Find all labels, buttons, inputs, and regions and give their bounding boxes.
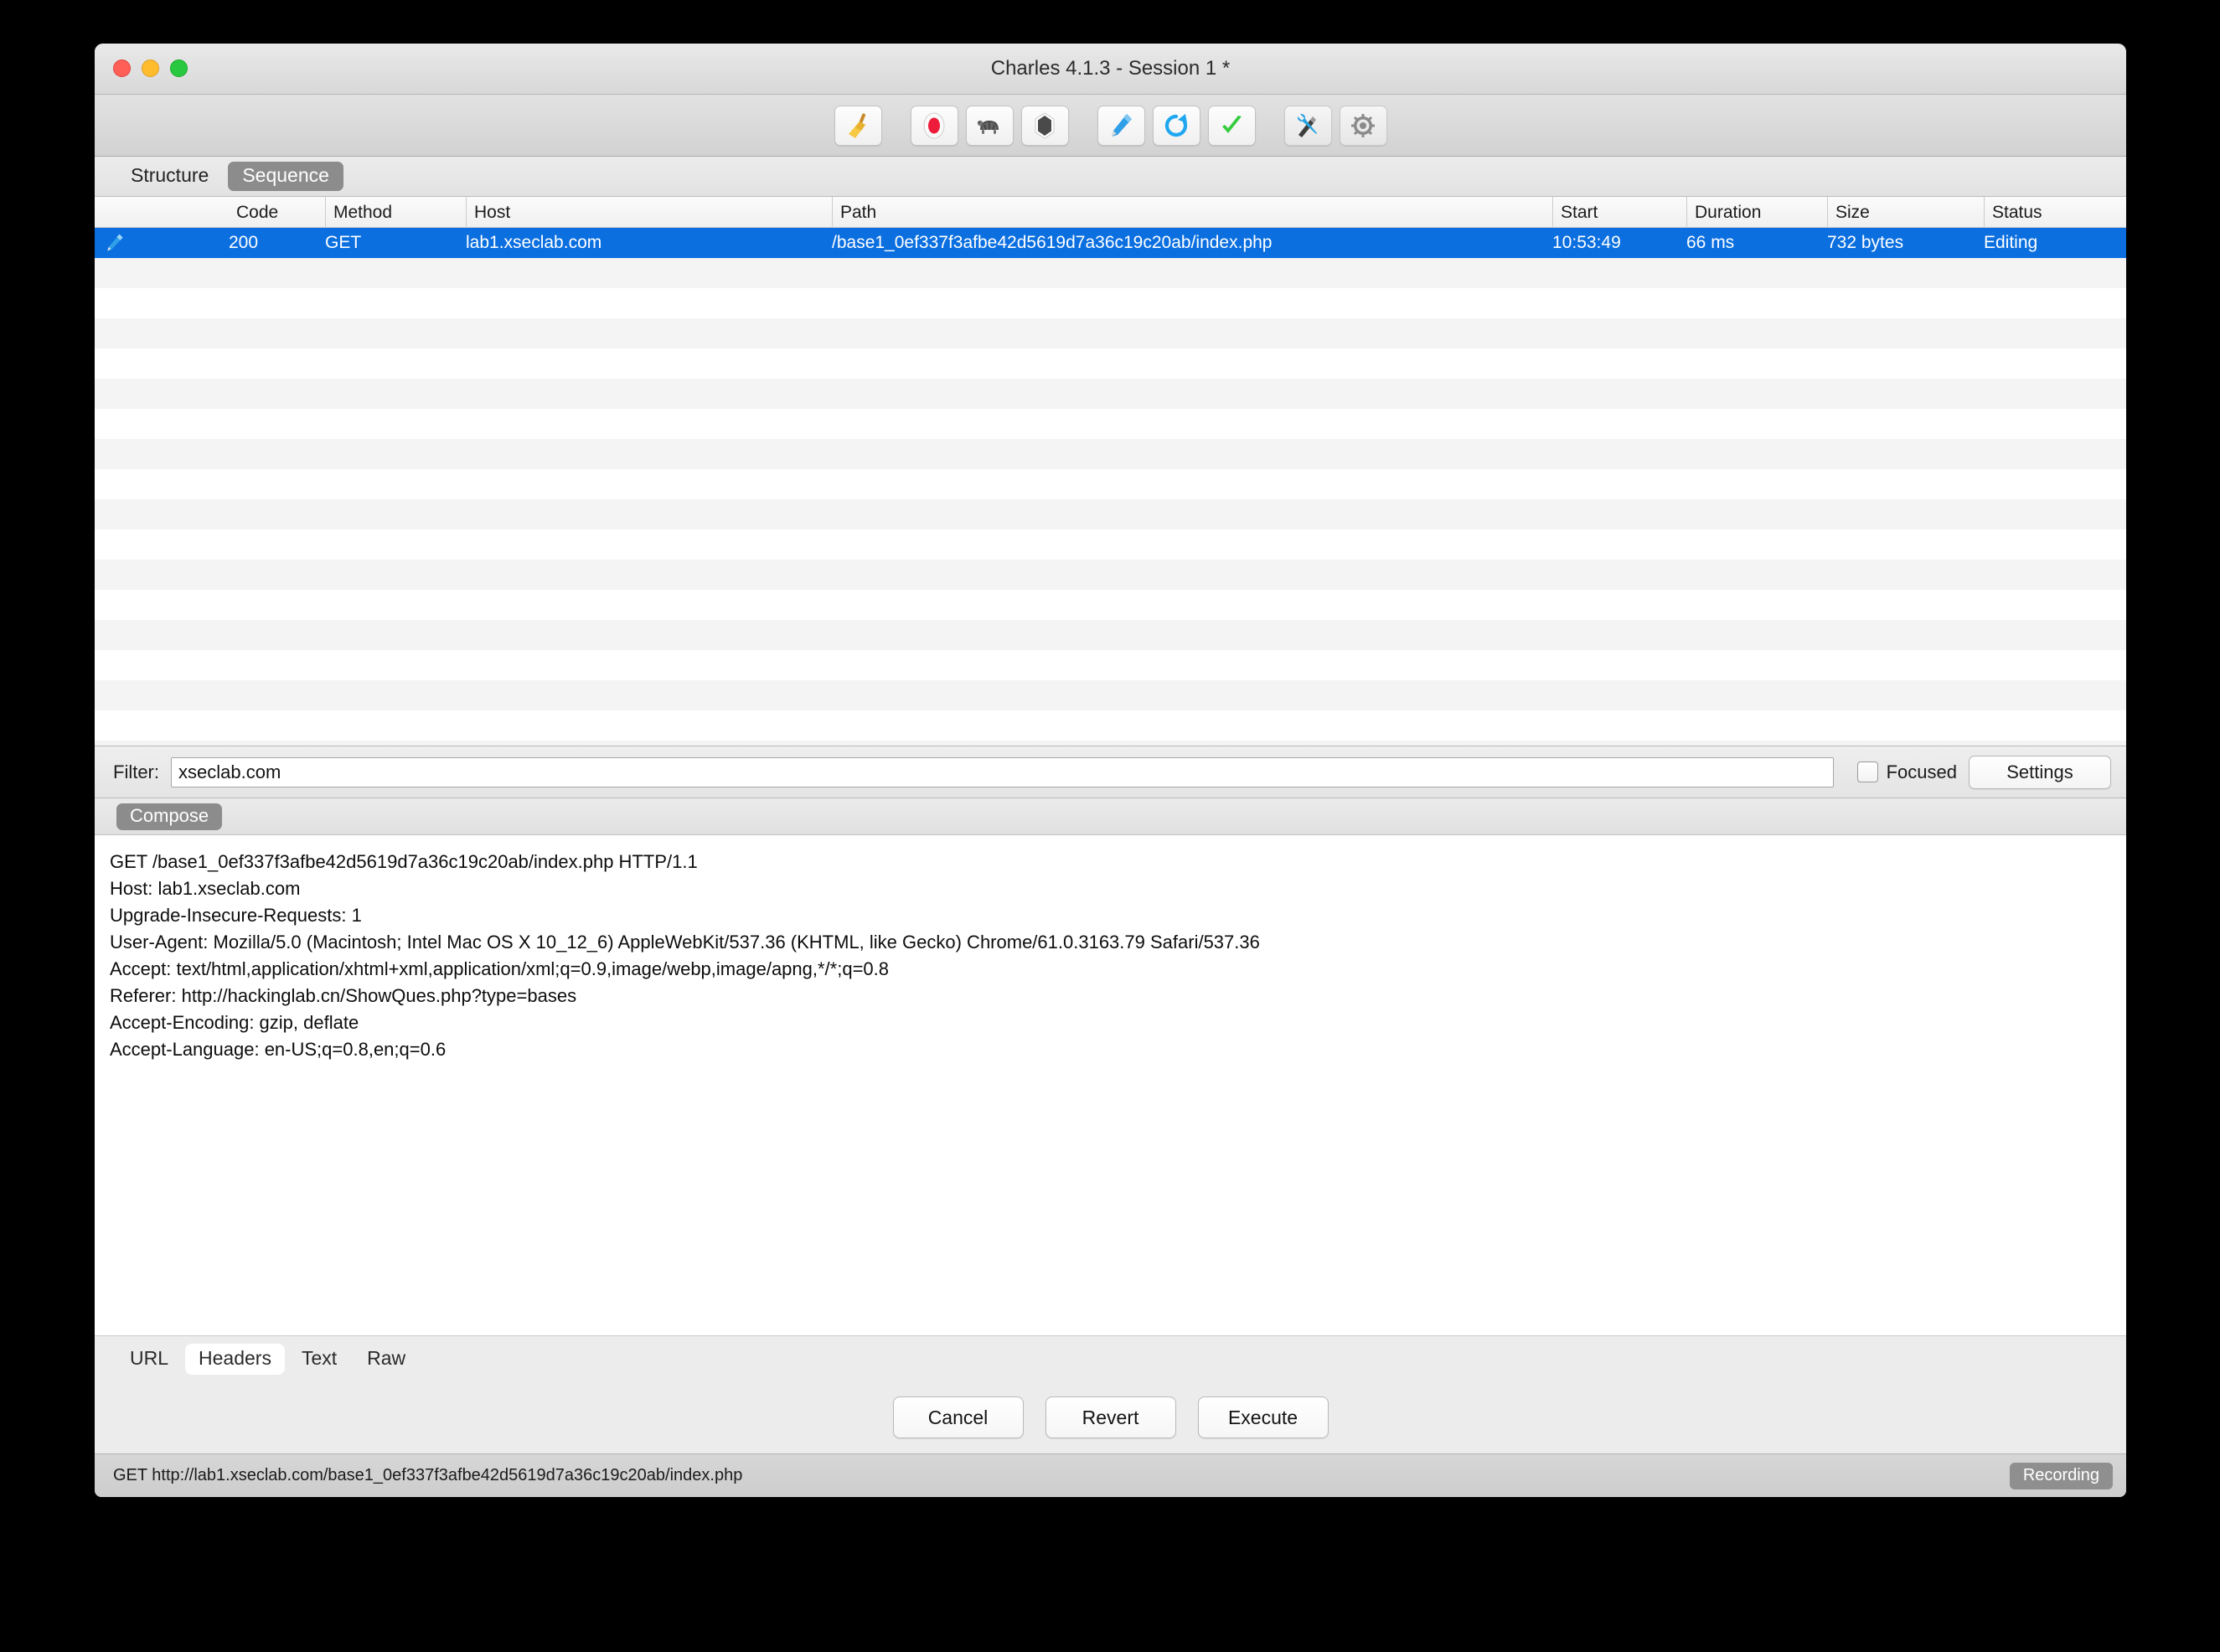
pen-icon bbox=[1108, 112, 1133, 139]
gear-icon bbox=[1350, 113, 1376, 138]
breakpoint-settings-button[interactable] bbox=[1020, 105, 1069, 146]
empty-row bbox=[95, 288, 2126, 318]
focused-checkbox[interactable] bbox=[1856, 761, 1878, 782]
filter-input[interactable]: xseclab.com bbox=[171, 756, 1834, 787]
clear-session-button[interactable] bbox=[834, 105, 882, 146]
column-header-size[interactable]: Size bbox=[1827, 197, 1982, 228]
cancel-button[interactable]: Cancel bbox=[892, 1396, 1024, 1438]
empty-row bbox=[95, 710, 2126, 741]
charles-main-window: Charles 4.1.3 - Session 1 * Structure Se… bbox=[95, 44, 2126, 1497]
compose-new-request-button[interactable] bbox=[1097, 105, 1145, 146]
header-line-6: Accept-Encoding: gzip, deflate bbox=[110, 1012, 359, 1033]
focused-checkbox-group[interactable]: Focused bbox=[1856, 761, 1957, 783]
header-line-2: Upgrade-Insecure-Requests: 1 bbox=[110, 905, 362, 926]
cell-host: lab1.xseclab.com bbox=[466, 233, 602, 252]
tab-text[interactable]: Text bbox=[288, 1344, 350, 1375]
record-icon bbox=[922, 112, 947, 139]
header-line-0: GET /base1_0ef337f3afbe42d5619d7a36c19c2… bbox=[110, 851, 698, 872]
tab-url[interactable]: URL bbox=[116, 1344, 182, 1375]
tab-headers[interactable]: Headers bbox=[185, 1343, 285, 1375]
table-row[interactable]: 200 GET lab1.xseclab.com/base1_0ef337f3afb… bbox=[95, 228, 2126, 258]
request-list-rows: 200 GET lab1.xseclab.com/base1_0ef337f3afb… bbox=[95, 228, 2126, 746]
column-header-code[interactable]: Code bbox=[229, 197, 321, 228]
tools-button[interactable] bbox=[1283, 105, 1332, 146]
compose-view-tab-bar: URL Headers Text Raw bbox=[95, 1336, 2126, 1381]
filter-bar: Filter: xseclab.com Focused Settings bbox=[95, 746, 2126, 798]
pen-icon bbox=[105, 233, 125, 257]
request-list: Code Method Host Path Start Duration Size Statu… bbox=[95, 197, 2126, 746]
repeat-request-button[interactable] bbox=[1152, 105, 1200, 146]
header-line-3: User-Agent: Mozilla/5.0 (Macintosh; Inte… bbox=[110, 932, 1260, 952]
broom-icon bbox=[845, 112, 870, 139]
empty-row bbox=[95, 318, 2126, 348]
column-header-path[interactable]: Path bbox=[832, 197, 1552, 228]
request-headers-editor[interactable]: GET /base1_0ef337f3afbe42d5619d7a36c19c2… bbox=[95, 835, 2126, 1336]
tab-raw[interactable]: Raw bbox=[354, 1344, 419, 1375]
empty-row bbox=[95, 348, 2126, 379]
settings-button[interactable] bbox=[1339, 105, 1387, 146]
compose-action-bar: Cancel Revert Execute bbox=[95, 1381, 2126, 1453]
start-stop-recording-button[interactable] bbox=[910, 105, 958, 146]
toolbar-group-2 bbox=[910, 105, 1069, 146]
empty-row bbox=[95, 741, 2126, 746]
empty-row bbox=[95, 650, 2126, 680]
tab-compose[interactable]: Compose bbox=[116, 803, 223, 830]
request-list-column-headers: Code Method Host Path Start Duration Size Statu… bbox=[95, 197, 2126, 228]
column-header-host[interactable]: Host bbox=[466, 197, 834, 228]
empty-row bbox=[95, 680, 2126, 710]
toolbar-group-4 bbox=[1283, 105, 1387, 146]
refresh-icon bbox=[1164, 112, 1189, 139]
compose-tab-bar: Compose bbox=[95, 798, 2126, 835]
column-header-start[interactable]: Start bbox=[1552, 197, 1686, 228]
empty-row bbox=[95, 258, 2126, 288]
tab-structure[interactable]: Structure bbox=[116, 162, 223, 191]
empty-row bbox=[95, 499, 2126, 529]
turtle-icon bbox=[976, 114, 1003, 137]
status-url-label: GET http://lab1.xseclab.com/base1_0ef337… bbox=[113, 1466, 743, 1484]
recording-status-badge: Recording bbox=[2009, 1462, 2113, 1489]
filter-settings-button[interactable]: Settings bbox=[1969, 755, 2111, 789]
cell-path: /base1_0ef337f3afbe42d5619d7a36c19c20ab/… bbox=[832, 233, 1273, 252]
focused-label: Focused bbox=[1886, 761, 1957, 782]
column-header-status[interactable]: Status bbox=[1984, 197, 2126, 228]
cell-start: 10:53:49 bbox=[1552, 233, 1621, 252]
empty-row bbox=[95, 560, 2126, 590]
stop-hexagon-icon bbox=[1034, 111, 1056, 139]
header-line-1: Host: lab1.xseclab.com bbox=[110, 878, 301, 899]
header-line-5: Referer: http://hackinglab.cn/ShowQues.p… bbox=[110, 985, 577, 1006]
execute-button[interactable]: Execute bbox=[1197, 1396, 1329, 1438]
empty-row bbox=[95, 590, 2126, 620]
column-header-duration[interactable]: Duration bbox=[1686, 197, 1825, 228]
empty-row bbox=[95, 439, 2126, 469]
throttle-settings-button[interactable] bbox=[965, 105, 1014, 146]
status-bar: GET http://lab1.xseclab.com/base1_0ef337… bbox=[95, 1453, 2126, 1497]
view-tab-bar: Structure Sequence bbox=[95, 157, 2126, 197]
window-titlebar: Charles 4.1.3 - Session 1 * bbox=[95, 44, 2126, 95]
filter-label: Filter: bbox=[113, 761, 159, 782]
window-title: Charles 4.1.3 - Session 1 * bbox=[990, 57, 1231, 80]
column-header-method[interactable]: Method bbox=[325, 197, 459, 228]
cell-size: 732 bytes bbox=[1827, 233, 1904, 252]
header-line-4: Accept: text/html,application/xhtml+xml,… bbox=[110, 958, 890, 979]
toolbar-group-1 bbox=[834, 105, 882, 146]
validate-button[interactable] bbox=[1207, 105, 1256, 146]
empty-row bbox=[95, 379, 2126, 409]
cell-code: 200 bbox=[229, 233, 259, 252]
empty-row bbox=[95, 620, 2126, 650]
empty-row bbox=[95, 529, 2126, 560]
main-toolbar bbox=[95, 95, 2126, 157]
tab-sequence[interactable]: Sequence bbox=[228, 162, 343, 191]
empty-row bbox=[95, 409, 2126, 439]
cell-method: GET bbox=[325, 233, 362, 252]
cell-duration: 66 ms bbox=[1686, 233, 1735, 252]
header-line-7: Accept-Language: en-US;q=0.8,en;q=0.6 bbox=[110, 1039, 447, 1060]
revert-button[interactable]: Revert bbox=[1045, 1396, 1176, 1438]
tools-icon bbox=[1294, 112, 1321, 139]
cell-status: Editing bbox=[1984, 233, 2038, 252]
toolbar-group-3 bbox=[1097, 105, 1256, 146]
checkmark-icon bbox=[1219, 113, 1244, 138]
empty-row bbox=[95, 469, 2126, 499]
